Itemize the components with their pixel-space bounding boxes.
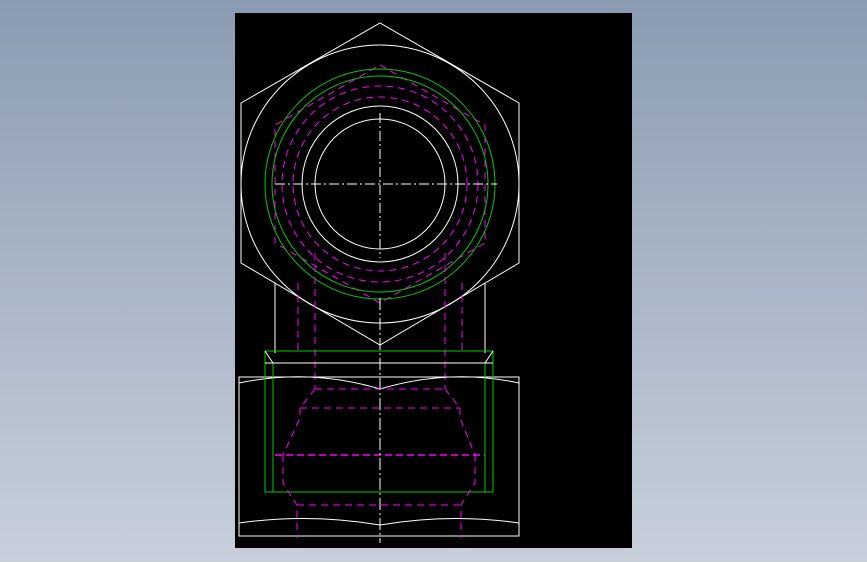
- hidden-lower-left: [282, 455, 298, 538]
- chamfer-arc-top-left: [238, 376, 381, 390]
- cad-viewport[interactable]: [235, 13, 632, 548]
- chamfer-arc-top-right: [379, 376, 520, 390]
- cad-drawing: [238, 22, 520, 543]
- thread-body-outer: [264, 350, 494, 493]
- hidden-lower-right: [460, 455, 476, 538]
- hex-side-outline: [238, 376, 520, 537]
- chamfer-arc-bottom-right: [379, 517, 520, 526]
- top-view: [240, 22, 520, 346]
- flange-chamfer-left: [264, 350, 274, 364]
- thread-body-inner: [272, 362, 486, 493]
- chamfer-arc-bottom-left: [238, 517, 381, 526]
- side-view: [238, 298, 520, 543]
- flange-chamfer-right: [484, 350, 494, 364]
- hidden-taper-left: [282, 388, 316, 456]
- hidden-taper-right: [444, 388, 476, 456]
